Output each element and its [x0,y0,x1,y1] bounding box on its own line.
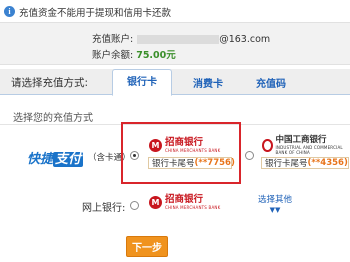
recharge-method-tabs: 请选择充值方式: 银行卡 消费卡 充值码 [0,69,350,96]
icbc-sub: INDUSTRIAL AND COMMERCIAL BANK OF CHINA [275,145,343,155]
bank-option-icbc[interactable]: 中国工商银行 INDUSTRIAL AND COMMERCIAL BANK OF… [258,135,350,176]
notice-text: 充值资金不能用于提现和信用卡还款 [19,7,172,19]
account-suffix: @163.com [219,34,271,45]
cmb-online-sub: CHINA MERCHANTS BANK [165,204,221,210]
icbc-name: 中国工商银行 [275,135,327,145]
icbc-tail-number: (**4356) [307,158,348,168]
tabs-prompt: 请选择充值方式: [11,77,89,89]
icbc-logo-icon [262,138,273,152]
tab-consumer-card[interactable]: 消费卡 [193,75,223,90]
icbc-tail-label: 银行卡尾号 [265,159,308,169]
tab-recharge-code[interactable]: 充值码 [256,75,286,90]
quick-pay-logo-highlight: 支付 [53,152,84,167]
notice-bar: i 充值资金不能用于提现和信用卡还款 [4,5,172,19]
balance-label: 账户余额: [92,50,134,61]
balance-row: 账户余额: 75.00元 [92,47,176,61]
select-other-link[interactable]: 选择其他 ▼▼ [258,195,292,215]
cmb-online-name: 招商银行 [165,193,204,205]
tab-bank-card[interactable]: 银行卡 [112,69,172,96]
account-summary: 充值账户: @163.com 账户余额: 75.00元 [0,22,350,65]
select-other-label: 选择其他 [258,195,293,205]
account-label: 充值账户: [92,34,134,45]
cmb-logo-icon: M [149,195,162,209]
masked-account [137,35,220,44]
section-title: 选择您的充值方式 [13,113,93,124]
quick-pay-logo: 快捷 支付 [27,148,84,167]
radio-icbc-quick[interactable] [245,151,254,160]
radio-cmb-online[interactable] [130,201,139,210]
next-step-button[interactable]: 下一步 [126,236,168,257]
bank-option-cmb-online[interactable]: M 招商银行 CHINA MERCHANTS BANK [145,193,235,213]
icbc-card-tail: 银行卡尾号 (**4356) [261,157,349,169]
cmb-online-logo: M 招商银行 CHINA MERCHANTS BANK [145,193,235,211]
icbc-logo: 中国工商银行 INDUSTRIAL AND COMMERCIAL BANK OF… [258,135,350,155]
info-icon: i [4,6,15,17]
account-row: 充值账户: @163.com [92,31,270,45]
chevron-down-icon: ▼▼ [269,206,281,214]
balance-value: 75.00元 [136,50,176,61]
online-bank-label: 网上银行: [82,203,126,214]
quick-pay-logo-prefix: 快捷 [27,152,54,167]
selection-highlight [121,122,241,184]
